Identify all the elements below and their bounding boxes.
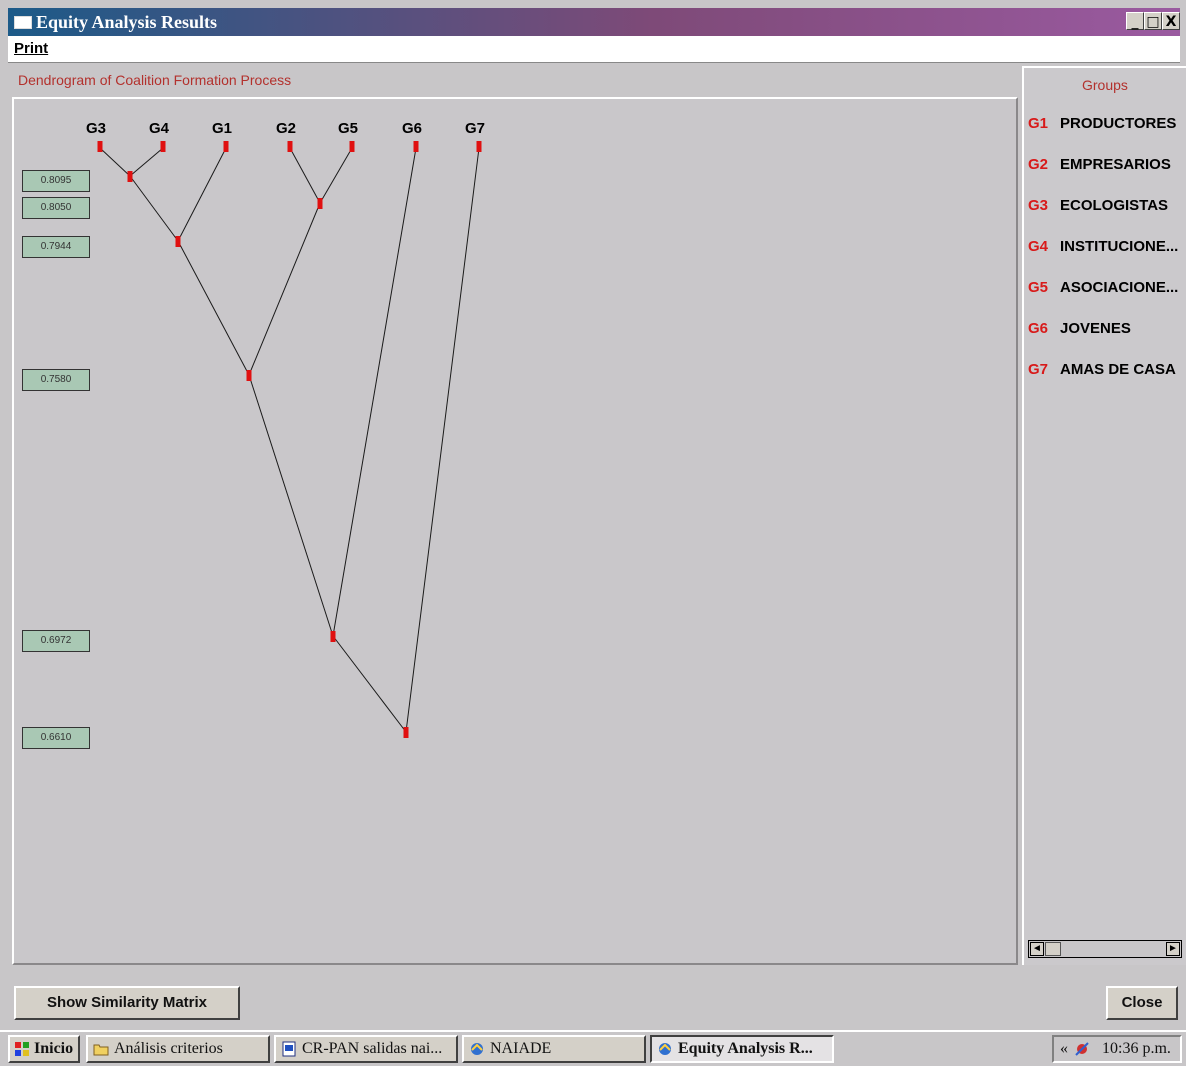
dendrogram-branch [332,635,407,733]
scroll-right-icon[interactable]: ► [1166,942,1180,956]
group-code: G3 [1028,197,1049,214]
merge-node [175,236,181,247]
leaf-node [223,141,229,152]
group-name: JOVENES [1060,320,1131,337]
dendrogram-branch [248,202,321,376]
group-legend-item: G4 INSTITUCIONE... [1028,238,1184,255]
similarity-level-box: 0.6972 [22,630,90,652]
group-legend-item: G7 AMAS DE CASA [1028,361,1184,378]
dendrogram-branch [289,147,321,204]
system-tray: « 10:36 p.m. [1052,1035,1182,1063]
group-name: EMPRESARIOS [1060,156,1171,173]
taskbar-item[interactable]: CR-PAN salidas nai... [274,1035,458,1063]
leaf-label: G4 [149,120,170,137]
dendrogram-branch [177,147,227,242]
taskbar: Inicio Análisis criterios CR-PAN salidas… [0,1030,1186,1066]
group-code: G6 [1028,320,1049,337]
merge-node [246,370,252,381]
group-legend-item: G2 EMPRESARIOS [1028,156,1184,173]
dendrogram-branch [99,147,131,177]
taskbar-item[interactable]: NAIADE [462,1035,646,1063]
dendrogram-branch [405,147,480,733]
taskbar-item[interactable]: Análisis criterios [86,1035,270,1063]
close-button[interactable]: Close [1106,986,1178,1020]
group-name: PRODUCTORES [1060,115,1177,132]
group-code: G2 [1028,156,1049,173]
scroll-left-icon[interactable]: ◄ [1030,942,1044,956]
groups-horizontal-scrollbar[interactable]: ◄ ► [1028,940,1182,958]
group-legend-item: G6 JOVENES [1028,320,1184,337]
taskbar-item-label: CR-PAN salidas nai... [302,1040,443,1057]
similarity-level-box: 0.6610 [22,727,90,749]
similarity-level-box: 0.7580 [22,369,90,391]
groups-title: Groups [1082,77,1128,93]
group-code: G4 [1028,238,1049,255]
leaf-label: G1 [212,120,232,137]
leaf-label: G2 [276,120,296,137]
similarity-level-box: 0.8095 [22,170,90,192]
taskbar-item-label: NAIADE [490,1040,552,1057]
group-name: AMAS DE CASA [1060,361,1176,378]
dendrogram-branch [319,147,353,204]
similarity-level-box: 0.7944 [22,236,90,258]
tray-expand-icon[interactable]: « [1060,1037,1068,1061]
leaf-node [476,141,482,152]
leaf-label: G3 [86,120,106,137]
group-name: ASOCIACIONE... [1060,279,1179,296]
group-code: G7 [1028,361,1049,378]
leaf-node [97,141,103,152]
leaf-node [349,141,355,152]
dendrogram-branch [129,175,179,242]
tray-app-icon[interactable] [1074,1041,1090,1057]
group-code: G1 [1028,115,1049,132]
group-legend-item: G5 ASOCIACIONE... [1028,279,1184,296]
dendrogram-branch [248,374,334,637]
leaf-node [287,141,293,152]
start-label: Inicio [34,1040,74,1057]
dendrogram-branch [129,147,164,177]
taskbar-item-label: Análisis criterios [114,1040,223,1057]
merge-node [403,727,409,738]
group-legend-item: G3 ECOLOGISTAS [1028,197,1184,214]
dendrogram-branch [332,147,417,637]
leaf-node [160,141,166,152]
taskbar-item-active[interactable]: Equity Analysis R... [650,1035,834,1063]
naiade-app-icon [471,1043,483,1055]
merge-node [317,198,323,209]
naiade-app-icon [659,1043,671,1055]
clock: 10:36 p.m. [1102,1040,1171,1057]
group-code: G5 [1028,279,1049,296]
document-icon [282,1041,296,1057]
group-name: ECOLOGISTAS [1060,197,1169,214]
dendrogram-branch [177,240,250,376]
show-similarity-matrix-button[interactable]: Show Similarity Matrix [14,986,240,1020]
group-name: INSTITUCIONE... [1060,238,1179,255]
leaf-label: G5 [338,120,358,137]
folder-icon [93,1044,109,1056]
dendrogram-canvas: G3 G4 G1 G2 G5 G6 G7 [86,120,485,738]
leaf-node [413,141,419,152]
scroll-thumb[interactable] [1045,942,1061,956]
merge-node [330,631,336,642]
similarity-level-box: 0.8050 [22,197,90,219]
leaf-label: G6 [402,120,422,137]
leaf-label: G7 [465,120,485,137]
windows-logo-icon [15,1042,29,1056]
group-legend-item: G1 PRODUCTORES [1028,115,1184,132]
taskbar-item-label: Equity Analysis R... [678,1040,813,1057]
merge-node [127,171,133,182]
start-button[interactable]: Inicio [8,1035,80,1063]
